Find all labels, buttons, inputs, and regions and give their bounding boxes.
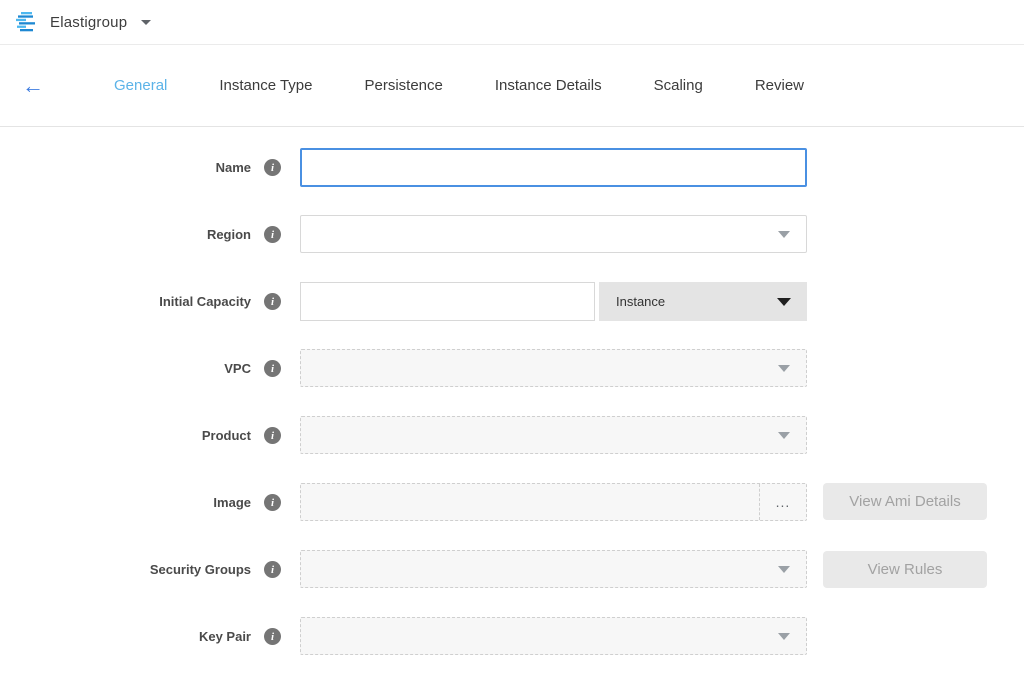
vpc-label: VPC <box>224 361 251 376</box>
capacity-unit-value: Instance <box>616 294 665 309</box>
chevron-down-icon <box>778 231 790 238</box>
name-input[interactable] <box>300 148 807 187</box>
product-label: Product <box>202 428 251 443</box>
tab-scaling[interactable]: Scaling <box>654 69 703 102</box>
chevron-down-icon <box>778 566 790 573</box>
wizard-tabs: General Instance Type Persistence Instan… <box>88 69 830 102</box>
tab-review[interactable]: Review <box>755 69 804 102</box>
app-switcher[interactable]: Elastigroup <box>14 11 151 33</box>
name-label: Name <box>216 160 251 175</box>
app-header: Elastigroup <box>0 0 1024 45</box>
form-row-initial-capacity: Initial Capacity i Instance <box>0 282 1024 321</box>
info-icon[interactable]: i <box>264 159 281 176</box>
form-row-name: Name i <box>0 148 1024 187</box>
form-row-vpc: VPC i <box>0 349 1024 388</box>
info-icon[interactable]: i <box>264 494 281 511</box>
image-browse-button[interactable]: ... <box>759 484 806 520</box>
vpc-select <box>300 349 807 387</box>
region-select[interactable] <box>300 215 807 253</box>
tab-general[interactable]: General <box>114 69 167 102</box>
wizard-tab-bar: ← General Instance Type Persistence Inst… <box>0 45 1024 127</box>
info-icon[interactable]: i <box>264 628 281 645</box>
tab-instance-details[interactable]: Instance Details <box>495 69 602 102</box>
info-icon[interactable]: i <box>264 360 281 377</box>
form-row-security-groups: Security Groups i View Rules <box>0 550 1024 589</box>
chevron-down-icon <box>777 298 791 306</box>
info-icon[interactable]: i <box>264 427 281 444</box>
initial-capacity-label: Initial Capacity <box>159 294 251 309</box>
tab-persistence[interactable]: Persistence <box>365 69 443 102</box>
form-row-image: Image i ... View Ami Details <box>0 483 1024 522</box>
image-label: Image <box>213 495 251 510</box>
back-arrow-icon[interactable]: ← <box>22 75 48 97</box>
chevron-down-icon <box>778 633 790 640</box>
info-icon[interactable]: i <box>264 226 281 243</box>
view-rules-button[interactable]: View Rules <box>823 551 987 588</box>
general-form: Name i Region i Initial Capacity i Insta… <box>0 127 1024 656</box>
region-label: Region <box>207 227 251 242</box>
chevron-down-icon <box>778 365 790 372</box>
security-groups-select <box>300 550 807 588</box>
info-icon[interactable]: i <box>264 293 281 310</box>
capacity-unit-select[interactable]: Instance <box>599 282 807 321</box>
elastigroup-logo-icon <box>14 11 40 33</box>
info-icon[interactable]: i <box>264 561 281 578</box>
form-row-product: Product i <box>0 416 1024 455</box>
product-select <box>300 416 807 454</box>
chevron-down-icon <box>141 20 151 25</box>
form-row-region: Region i <box>0 215 1024 254</box>
app-name: Elastigroup <box>50 14 127 31</box>
security-groups-label: Security Groups <box>150 562 251 577</box>
image-picker: ... <box>300 483 807 521</box>
tab-instance-type[interactable]: Instance Type <box>219 69 312 102</box>
initial-capacity-input[interactable] <box>300 282 595 321</box>
view-ami-details-button[interactable]: View Ami Details <box>823 483 987 520</box>
form-row-key-pair: Key Pair i <box>0 617 1024 656</box>
key-pair-label: Key Pair <box>199 629 251 644</box>
chevron-down-icon <box>778 432 790 439</box>
key-pair-select <box>300 617 807 655</box>
